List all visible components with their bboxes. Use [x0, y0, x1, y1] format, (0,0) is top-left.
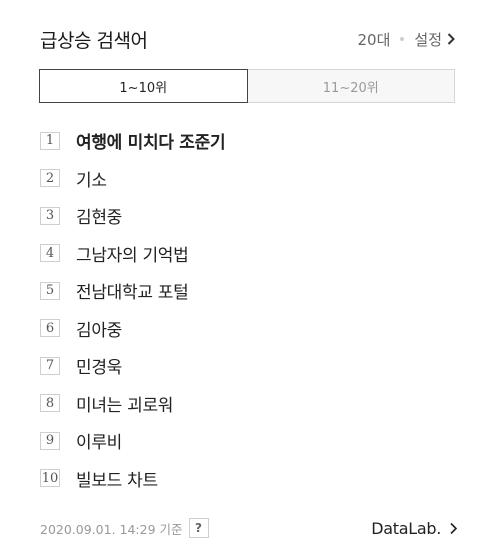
panel-footer: 2020.09.01. 14:29 기준 ? DataLab. [40, 515, 458, 541]
keyword-text[interactable]: 김현중 [76, 203, 122, 228]
keyword-text[interactable]: 미녀는 괴로워 [76, 391, 173, 416]
separator-dot [400, 37, 405, 41]
rank-number: 3 [40, 206, 60, 225]
settings-button[interactable]: 설정 [414, 29, 456, 50]
keyword-text[interactable]: 그남자의 기억법 [76, 241, 189, 266]
tab-11-20[interactable]: 11~20위 [248, 70, 455, 102]
keyword-text[interactable]: 전남대학교 포털 [76, 278, 189, 303]
timestamp: 2020.09.01. 14:29 기준 [40, 521, 183, 537]
header-controls: 20대 설정 [358, 29, 457, 50]
ranking-item[interactable]: 7 민경욱 [40, 347, 225, 385]
rank-number: 9 [40, 431, 60, 450]
panel-title: 급상승 검색어 [40, 29, 148, 52]
keyword-text[interactable]: 민경욱 [76, 353, 122, 378]
ranking-item[interactable]: 3 김현중 [40, 197, 225, 235]
rank-tabs: 1~10위 11~20위 [39, 69, 455, 103]
rank-number: 7 [40, 356, 60, 375]
rank-number: 5 [40, 281, 60, 300]
footer-timestamp-group: 2020.09.01. 14:29 기준 ? [40, 518, 209, 538]
chevron-right-icon [447, 33, 455, 45]
ranking-item[interactable]: 8 미녀는 괴로워 [40, 385, 225, 423]
rank-number: 8 [40, 394, 60, 413]
keyword-text[interactable]: 김아중 [76, 316, 122, 341]
rank-number: 4 [40, 244, 60, 263]
ranking-item[interactable]: 4 그남자의 기억법 [40, 235, 225, 273]
help-button[interactable]: ? [188, 518, 209, 538]
age-filter-button[interactable]: 20대 [358, 29, 391, 50]
ranking-item[interactable]: 10 빌보드 차트 [40, 460, 225, 498]
keyword-text[interactable]: 여행에 미치다 조준기 [76, 128, 226, 153]
rank-number: 10 [40, 469, 60, 488]
keyword-text[interactable]: 기소 [76, 166, 107, 191]
datalab-label: DataLab. [371, 518, 441, 538]
trending-searches-panel: 급상승 검색어 20대 설정 1~10위 11~20위 1 여행에 미치다 조준… [0, 0, 484, 544]
datalab-link[interactable]: DataLab. [371, 519, 458, 538]
ranking-item[interactable]: 9 이루비 [40, 422, 225, 460]
keyword-text[interactable]: 이루비 [76, 428, 122, 453]
rank-number: 1 [40, 131, 60, 150]
ranking-list: 1 여행에 미치다 조준기 2 기소 3 김현중 4 그남자의 기억법 5 전남… [40, 122, 226, 498]
ranking-item[interactable]: 6 김아중 [40, 310, 225, 348]
chevron-right-icon [450, 522, 458, 534]
ranking-item[interactable]: 2 기소 [40, 160, 225, 198]
ranking-item[interactable]: 1 여행에 미치다 조준기 [40, 122, 226, 160]
keyword-text[interactable]: 빌보드 차트 [76, 466, 158, 491]
rank-number: 2 [40, 169, 60, 188]
rank-number: 6 [40, 319, 60, 338]
settings-label: 설정 [414, 30, 442, 49]
tab-1-10[interactable]: 1~10위 [39, 69, 248, 103]
panel-header: 급상승 검색어 20대 설정 [40, 24, 456, 54]
ranking-item[interactable]: 5 전남대학교 포털 [40, 272, 225, 310]
